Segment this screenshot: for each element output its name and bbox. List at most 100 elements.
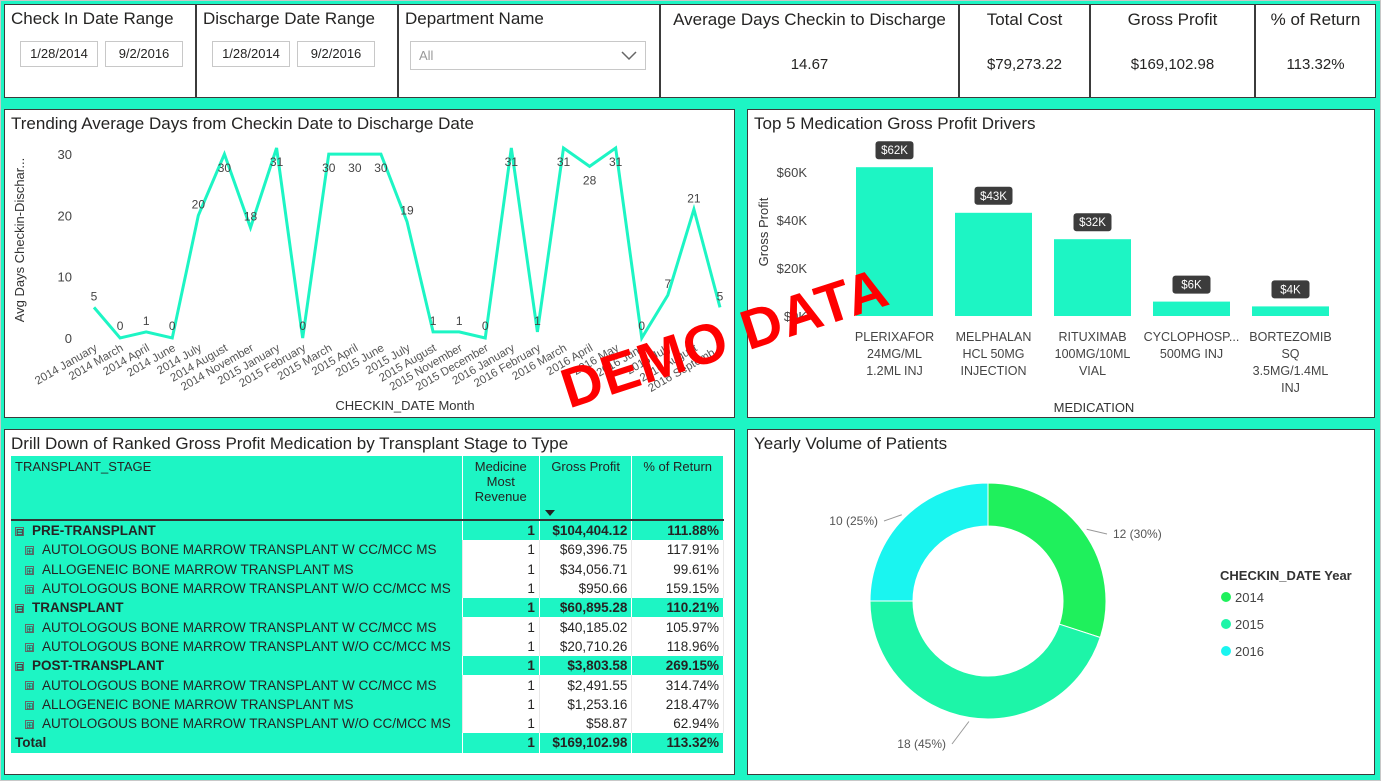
expand-icon[interactable]: ⊞ xyxy=(25,623,34,633)
bar xyxy=(955,212,1032,316)
matrix-cell-return: 105.97% xyxy=(631,617,724,637)
matrix-cell-count: 1 xyxy=(462,733,540,753)
col-header-medicine[interactable]: Medicine Most Revenue xyxy=(462,456,540,520)
matrix-cell-stage: Total xyxy=(11,733,463,753)
matrix-cell-stage: ⊞ AUTOLOGOUS BONE MARROW TRANSPLANT W/O C… xyxy=(11,713,463,734)
legend-label: 2014 xyxy=(1235,590,1264,605)
data-label: 30 xyxy=(218,161,232,175)
col-header-pct-return[interactable]: % of Return xyxy=(631,456,724,520)
matrix-row[interactable]: ⊞ AUTOLOGOUS BONE MARROW TRANSPLANT W CC/… xyxy=(11,675,724,695)
matrix-cell-profit: $20,710.26 xyxy=(539,636,633,657)
legend-label: 2015 xyxy=(1235,617,1264,632)
x-tick-label: 3.5MG/1.4ML xyxy=(1253,364,1329,378)
data-label: 7 xyxy=(664,277,671,291)
checkin-end-date-input[interactable]: 9/2/2016 xyxy=(105,41,183,67)
data-label: 0 xyxy=(299,319,306,333)
bar-x-axis-label: MEDICATION xyxy=(1054,400,1135,415)
matrix-cell-stage: ⊞ ALLOGENEIC BONE MARROW TRANSPLANT MS xyxy=(11,559,463,579)
matrix-cell-profit: $2,491.55 xyxy=(539,675,633,695)
collapse-icon[interactable]: ⊟ xyxy=(15,662,24,672)
matrix-cell-name: AUTOLOGOUS BONE MARROW TRANSPLANT W CC/M… xyxy=(42,542,437,558)
col-header-stage[interactable]: TRANSPLANT_STAGE xyxy=(11,456,463,520)
matrix-row[interactable]: ⊞ ALLOGENEIC BONE MARROW TRANSPLANT MS 1 $3… xyxy=(11,559,724,579)
leader-line xyxy=(951,721,970,745)
y-tick-label: $20K xyxy=(777,261,808,276)
expand-icon[interactable]: ⊞ xyxy=(25,720,34,730)
matrix-cell-stage: ⊞ AUTOLOGOUS BONE MARROW TRANSPLANT W CC/… xyxy=(11,675,463,695)
donut-data-label: 10 (25%) xyxy=(829,514,878,528)
data-label: 28 xyxy=(583,173,597,187)
donut-tile[interactable]: Yearly Volume of Patients 12 (30%) 18 (45… xyxy=(747,429,1375,775)
matrix-total-row[interactable]: Total 1 $169,102.98 113.32% xyxy=(11,733,724,753)
department-slicer-title: Department Name xyxy=(405,9,544,28)
trend-line xyxy=(92,145,722,343)
y-tick-label: 30 xyxy=(58,147,72,162)
expand-icon[interactable]: ⊞ xyxy=(25,642,34,652)
data-label: 30 xyxy=(374,161,388,175)
matrix-cell-name: POST-TRANSPLANT xyxy=(32,658,165,674)
matrix-row[interactable]: ⊞ AUTOLOGOUS BONE MARROW TRANSPLANT W/O C… xyxy=(11,713,724,734)
data-label: 20 xyxy=(192,197,206,211)
drilldown-matrix: TRANSPLANT_STAGE Medicine Most Revenue G… xyxy=(11,456,724,753)
donut-slice xyxy=(869,482,989,602)
x-tick-label: PLERIXAFOR xyxy=(855,330,934,344)
total-cost-card-title: Total Cost xyxy=(986,10,1063,29)
data-label: 0 xyxy=(482,319,489,333)
matrix-cell-count: 1 xyxy=(462,540,540,560)
pct-return-card-title: % of Return xyxy=(1270,10,1361,29)
legend-marker xyxy=(1221,592,1231,602)
checkin-slicer-title: Check In Date Range xyxy=(11,9,174,28)
expand-icon[interactable]: ⊞ xyxy=(25,681,34,691)
matrix-title: Drill Down of Ranked Gross Profit Medica… xyxy=(11,434,569,453)
matrix-row[interactable]: ⊞ AUTOLOGOUS BONE MARROW TRANSPLANT W/O C… xyxy=(11,578,724,599)
discharge-end-date-input[interactable]: 9/2/2016 xyxy=(297,41,375,67)
expand-icon[interactable]: ⊞ xyxy=(25,700,34,710)
data-label: 19 xyxy=(400,204,414,218)
matrix-cell-return: 118.96% xyxy=(631,636,724,657)
line-x-axis-label: CHECKIN_DATE Month xyxy=(335,398,474,413)
legend-title: CHECKIN_DATE Year xyxy=(1220,568,1352,583)
collapse-icon[interactable]: ⊟ xyxy=(15,527,24,537)
expand-icon[interactable]: ⊞ xyxy=(25,546,34,556)
collapse-icon[interactable]: ⊟ xyxy=(15,604,24,614)
avg-days-card: Average Days Checkin to Discharge 14.67 xyxy=(660,4,959,98)
x-tick-label: INJ xyxy=(1281,381,1300,395)
report-canvas: Check In Date Range 1/28/2014 9/2/2016 D… xyxy=(0,0,1381,781)
matrix-cell-profit: $60,895.28 xyxy=(539,598,633,618)
checkin-start-date-input[interactable]: 1/28/2014 xyxy=(20,41,98,67)
matrix-group-row[interactable]: ⊟ POST-TRANSPLANT 1 $3,803.58 269.15% xyxy=(11,656,724,676)
donut-data-label: 12 (30%) xyxy=(1113,527,1162,541)
department-slicer: Department Name All xyxy=(398,4,660,98)
col-header-gross-profit[interactable]: Gross Profit xyxy=(539,456,633,520)
expand-icon[interactable]: ⊞ xyxy=(25,565,34,575)
x-tick-label: HCL 50MG xyxy=(962,347,1024,361)
matrix-row[interactable]: ⊞ AUTOLOGOUS BONE MARROW TRANSPLANT W CC/… xyxy=(11,540,724,560)
data-label: $32K xyxy=(1079,217,1106,229)
line-y-axis-label: Avg Days Checkin-Dischar... xyxy=(12,158,27,323)
discharge-slicer-title: Discharge Date Range xyxy=(203,9,375,28)
matrix-cell-profit: $104,404.12 xyxy=(539,520,633,541)
matrix-cell-name: AUTOLOGOUS BONE MARROW TRANSPLANT W CC/M… xyxy=(42,677,437,693)
department-dropdown[interactable]: All xyxy=(410,41,646,70)
discharge-start-date-input[interactable]: 1/28/2014 xyxy=(212,41,290,67)
data-label: $6K xyxy=(1181,280,1202,292)
matrix-cell-name: Total xyxy=(15,735,47,751)
matrix-cell-stage: ⊞ ALLOGENEIC BONE MARROW TRANSPLANT MS xyxy=(11,694,463,714)
bar-chart-tile[interactable]: Top 5 Medication Gross Profit Drivers $0… xyxy=(747,109,1375,418)
data-label: 31 xyxy=(609,155,623,169)
matrix-cell-profit: $3,803.58 xyxy=(539,656,633,676)
bar-chart: $0K$20K$40K$60KGross ProfitMEDICATION$62… xyxy=(756,141,1332,415)
matrix-cell-profit: $69,396.75 xyxy=(539,540,633,560)
matrix-group-row[interactable]: ⊟ PRE-TRANSPLANT 1 $104,404.12 111.88% xyxy=(11,520,724,541)
data-label: 0 xyxy=(117,319,124,333)
matrix-cell-name: AUTOLOGOUS BONE MARROW TRANSPLANT W/O CC… xyxy=(42,581,451,597)
matrix-row[interactable]: ⊞ AUTOLOGOUS BONE MARROW TRANSPLANT W/O C… xyxy=(11,636,724,657)
matrix-group-row[interactable]: ⊟ TRANSPLANT 1 $60,895.28 110.21% xyxy=(11,598,724,618)
avg-days-card-title: Average Days Checkin to Discharge xyxy=(673,10,946,29)
x-tick-label: SQ xyxy=(1281,347,1299,361)
matrix-row[interactable]: ⊞ AUTOLOGOUS BONE MARROW TRANSPLANT W CC/… xyxy=(11,617,724,637)
matrix-cell-return: 110.21% xyxy=(631,598,724,618)
matrix-cell-stage: ⊟ PRE-TRANSPLANT xyxy=(11,520,463,541)
matrix-row[interactable]: ⊞ ALLOGENEIC BONE MARROW TRANSPLANT MS 1 $1… xyxy=(11,694,724,714)
expand-icon[interactable]: ⊞ xyxy=(25,584,34,594)
